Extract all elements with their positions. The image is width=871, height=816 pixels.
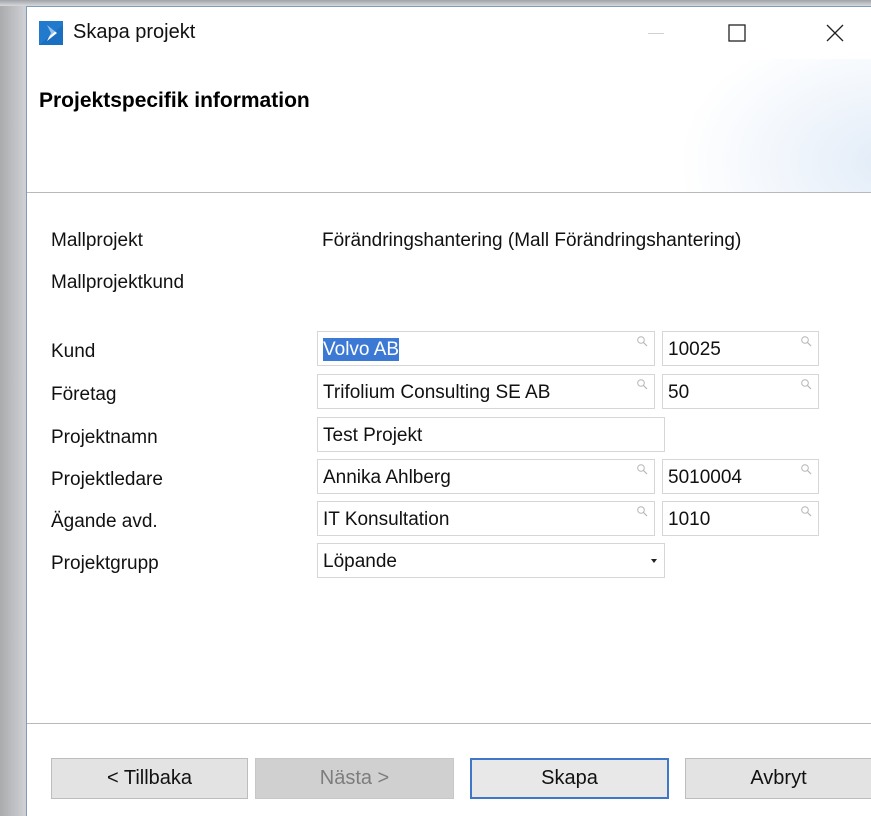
dialog-window: Skapa projekt Projektspecifik informatio… bbox=[26, 6, 871, 816]
create-button[interactable]: Skapa bbox=[470, 758, 669, 799]
maximize-button[interactable] bbox=[714, 7, 760, 59]
decorative-swoosh bbox=[677, 59, 871, 193]
projektledare-name-value: Annika Ahlberg bbox=[323, 467, 451, 488]
search-icon[interactable] bbox=[800, 378, 812, 390]
projektledare-number-value: 5010004 bbox=[668, 467, 742, 488]
projektledare-label: Projektledare bbox=[51, 469, 163, 490]
agande-avd-name-value: IT Konsultation bbox=[323, 509, 450, 530]
search-icon[interactable] bbox=[636, 378, 648, 390]
search-icon[interactable] bbox=[636, 335, 648, 347]
foretag-label: Företag bbox=[51, 384, 117, 405]
search-icon[interactable] bbox=[800, 505, 812, 517]
back-button[interactable]: < Tillbaka bbox=[51, 758, 248, 799]
kund-name-field[interactable]: Volvo AB bbox=[317, 331, 655, 366]
agande-avd-number-value: 1010 bbox=[668, 509, 711, 530]
projektnamn-field[interactable]: Test Projekt bbox=[317, 417, 665, 452]
projektledare-name-field[interactable]: Annika Ahlberg bbox=[317, 459, 655, 494]
projektnamn-value: Test Projekt bbox=[323, 425, 423, 446]
close-icon bbox=[826, 24, 844, 42]
foretag-name-field[interactable]: Trifolium Consulting SE AB bbox=[317, 374, 655, 409]
projektgrupp-label: Projektgrupp bbox=[51, 553, 159, 574]
mallprojekt-label: Mallprojekt bbox=[51, 230, 143, 251]
cancel-button[interactable]: Avbryt bbox=[685, 758, 871, 799]
close-button[interactable] bbox=[812, 7, 858, 59]
foretag-number-value: 50 bbox=[668, 382, 690, 403]
agande-avd-name-field[interactable]: IT Konsultation bbox=[317, 501, 655, 536]
mallprojektkund-label: Mallprojektkund bbox=[51, 272, 185, 293]
kund-label: Kund bbox=[51, 341, 96, 362]
page-title: Projektspecifik information bbox=[39, 89, 310, 112]
kund-name-value: Volvo AB bbox=[323, 338, 400, 361]
next-button[interactable]: Nästa > bbox=[255, 758, 454, 799]
header-divider bbox=[27, 192, 871, 193]
search-icon[interactable] bbox=[800, 335, 812, 347]
mallprojekt-value: Förändringshantering (Mall Förändringsha… bbox=[322, 230, 742, 251]
kund-number-value: 10025 bbox=[668, 339, 721, 360]
header-band: Projektspecifik information bbox=[27, 59, 871, 193]
foretag-name-value: Trifolium Consulting SE AB bbox=[323, 382, 551, 403]
foretag-number-field[interactable]: 50 bbox=[662, 374, 819, 409]
desktop-shadow-left bbox=[0, 0, 26, 816]
agande-avd-label: Ägande avd. bbox=[51, 511, 158, 532]
projektnamn-label: Projektnamn bbox=[51, 427, 158, 448]
search-icon[interactable] bbox=[636, 505, 648, 517]
dropdown-arrow-icon[interactable] bbox=[651, 559, 657, 563]
footer-divider bbox=[27, 723, 871, 724]
projektledare-number-field[interactable]: 5010004 bbox=[662, 459, 819, 494]
maximize-icon bbox=[728, 24, 746, 42]
search-icon[interactable] bbox=[800, 463, 812, 475]
projektgrupp-select[interactable]: Löpande bbox=[317, 543, 665, 578]
projektgrupp-value: Löpande bbox=[323, 551, 397, 572]
minimize-icon bbox=[648, 32, 664, 34]
minimize-button[interactable] bbox=[633, 7, 679, 59]
kund-number-field[interactable]: 10025 bbox=[662, 331, 819, 366]
search-icon[interactable] bbox=[636, 463, 648, 475]
chevron-app-icon bbox=[39, 21, 63, 45]
title-bar[interactable]: Skapa projekt bbox=[27, 7, 871, 59]
agande-avd-number-field[interactable]: 1010 bbox=[662, 501, 819, 536]
window-title: Skapa projekt bbox=[73, 21, 196, 43]
